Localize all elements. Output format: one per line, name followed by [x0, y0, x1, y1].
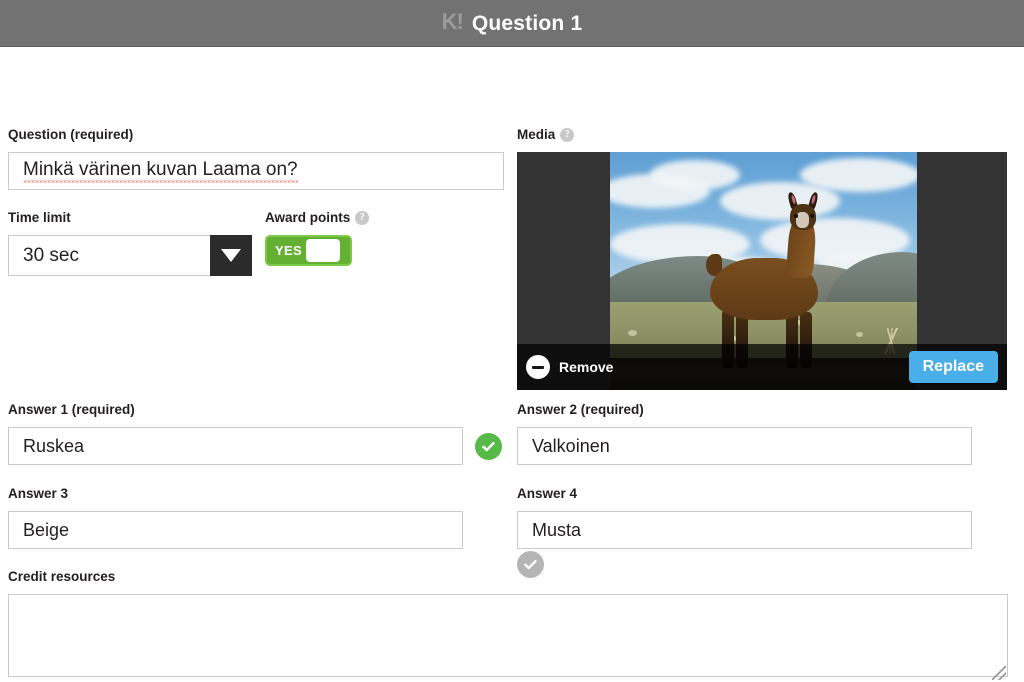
answer-3-input[interactable]: Beige — [8, 511, 463, 549]
credit-resources-label: Credit resources — [8, 569, 116, 584]
question-field-group: Question (required) Minkä värinen kuvan … — [8, 126, 504, 190]
answer-2-input[interactable]: Valkoinen — [517, 427, 972, 465]
answer-3-row: Beige — [8, 511, 463, 662]
media-group: Media ? Remove Replace — [517, 126, 1007, 390]
question-input-value: Minkä värinen kuvan Laama on? — [23, 159, 298, 183]
answer-3-group: Answer 3 Beige — [8, 485, 463, 662]
cloud-shape — [650, 160, 740, 190]
replace-media-button[interactable]: Replace — [908, 351, 998, 383]
answer-4-label: Answer 4 — [517, 486, 578, 501]
plain-speck — [628, 330, 637, 336]
question-input[interactable]: Minkä värinen kuvan Laama on? — [8, 152, 504, 190]
question-label: Question (required) — [8, 127, 134, 142]
credit-resources-group: Credit resources — [8, 568, 1008, 682]
help-circle-icon[interactable]: ? — [355, 210, 370, 225]
media-label: Media ? — [517, 127, 575, 142]
llama-face — [796, 212, 809, 228]
media-toolbar: Remove Replace — [517, 344, 1007, 390]
answer-4-input[interactable]: Musta — [517, 511, 972, 549]
time-limit-value[interactable]: 30 sec — [8, 235, 210, 276]
award-points-group: Award points ? YES — [265, 209, 370, 266]
award-points-label-text: Award points — [265, 210, 351, 225]
minus-glyph — [532, 365, 544, 369]
media-preview[interactable]: Remove Replace — [517, 152, 1007, 390]
answer-1-input[interactable]: Ruskea — [8, 427, 463, 465]
kahoot-logo-icon: K! — [441, 9, 464, 34]
time-limit-dropdown-button[interactable] — [210, 235, 252, 276]
header-title-group: K! Question 1 — [441, 9, 583, 35]
remove-media-label: Remove — [559, 359, 614, 375]
time-limit-group: Time limit 30 sec — [8, 209, 252, 276]
answer-4-group: Answer 4 Musta — [517, 485, 972, 662]
media-label-text: Media — [517, 127, 556, 142]
answer-1-value: Ruskea — [23, 435, 85, 456]
llama-eye — [794, 214, 798, 218]
answer-2-row: Valkoinen — [517, 427, 972, 578]
toggle-knob[interactable] — [305, 239, 340, 262]
page-title: Question 1 — [471, 11, 583, 35]
remove-media-button[interactable]: Remove — [526, 355, 613, 379]
help-circle-icon[interactable]: ? — [560, 127, 575, 142]
time-limit-select[interactable]: 30 sec — [8, 235, 252, 276]
answer-1-group: Answer 1 (required) Ruskea — [8, 401, 502, 465]
cloud-shape — [800, 158, 917, 192]
minus-circle-icon — [526, 355, 550, 379]
award-points-toggle-label: YES — [275, 243, 302, 258]
answer-1-row: Ruskea — [8, 427, 502, 465]
answer-2-group: Answer 2 (required) Valkoinen — [517, 401, 972, 578]
credit-resources-input[interactable] — [8, 594, 1008, 677]
award-points-toggle[interactable]: YES — [265, 235, 352, 266]
time-limit-label: Time limit — [8, 210, 71, 225]
answer-4-value: Musta — [532, 519, 582, 540]
answer-3-label: Answer 3 — [8, 486, 69, 501]
app-header: K! Question 1 — [0, 0, 1024, 47]
answer-1-label: Answer 1 (required) — [8, 402, 135, 417]
answer-2-value: Valkoinen — [532, 435, 610, 456]
answer-4-row: Musta — [517, 511, 972, 662]
llama-eye — [810, 214, 814, 218]
plain-speck — [856, 332, 863, 337]
answer-1-correct-toggle[interactable] — [475, 432, 502, 460]
answer-2-label: Answer 2 (required) — [517, 402, 644, 417]
chevron-down-icon — [221, 249, 241, 262]
award-points-label: Award points ? — [265, 210, 370, 225]
answer-3-value: Beige — [23, 519, 70, 540]
llama-figure — [706, 191, 846, 368]
